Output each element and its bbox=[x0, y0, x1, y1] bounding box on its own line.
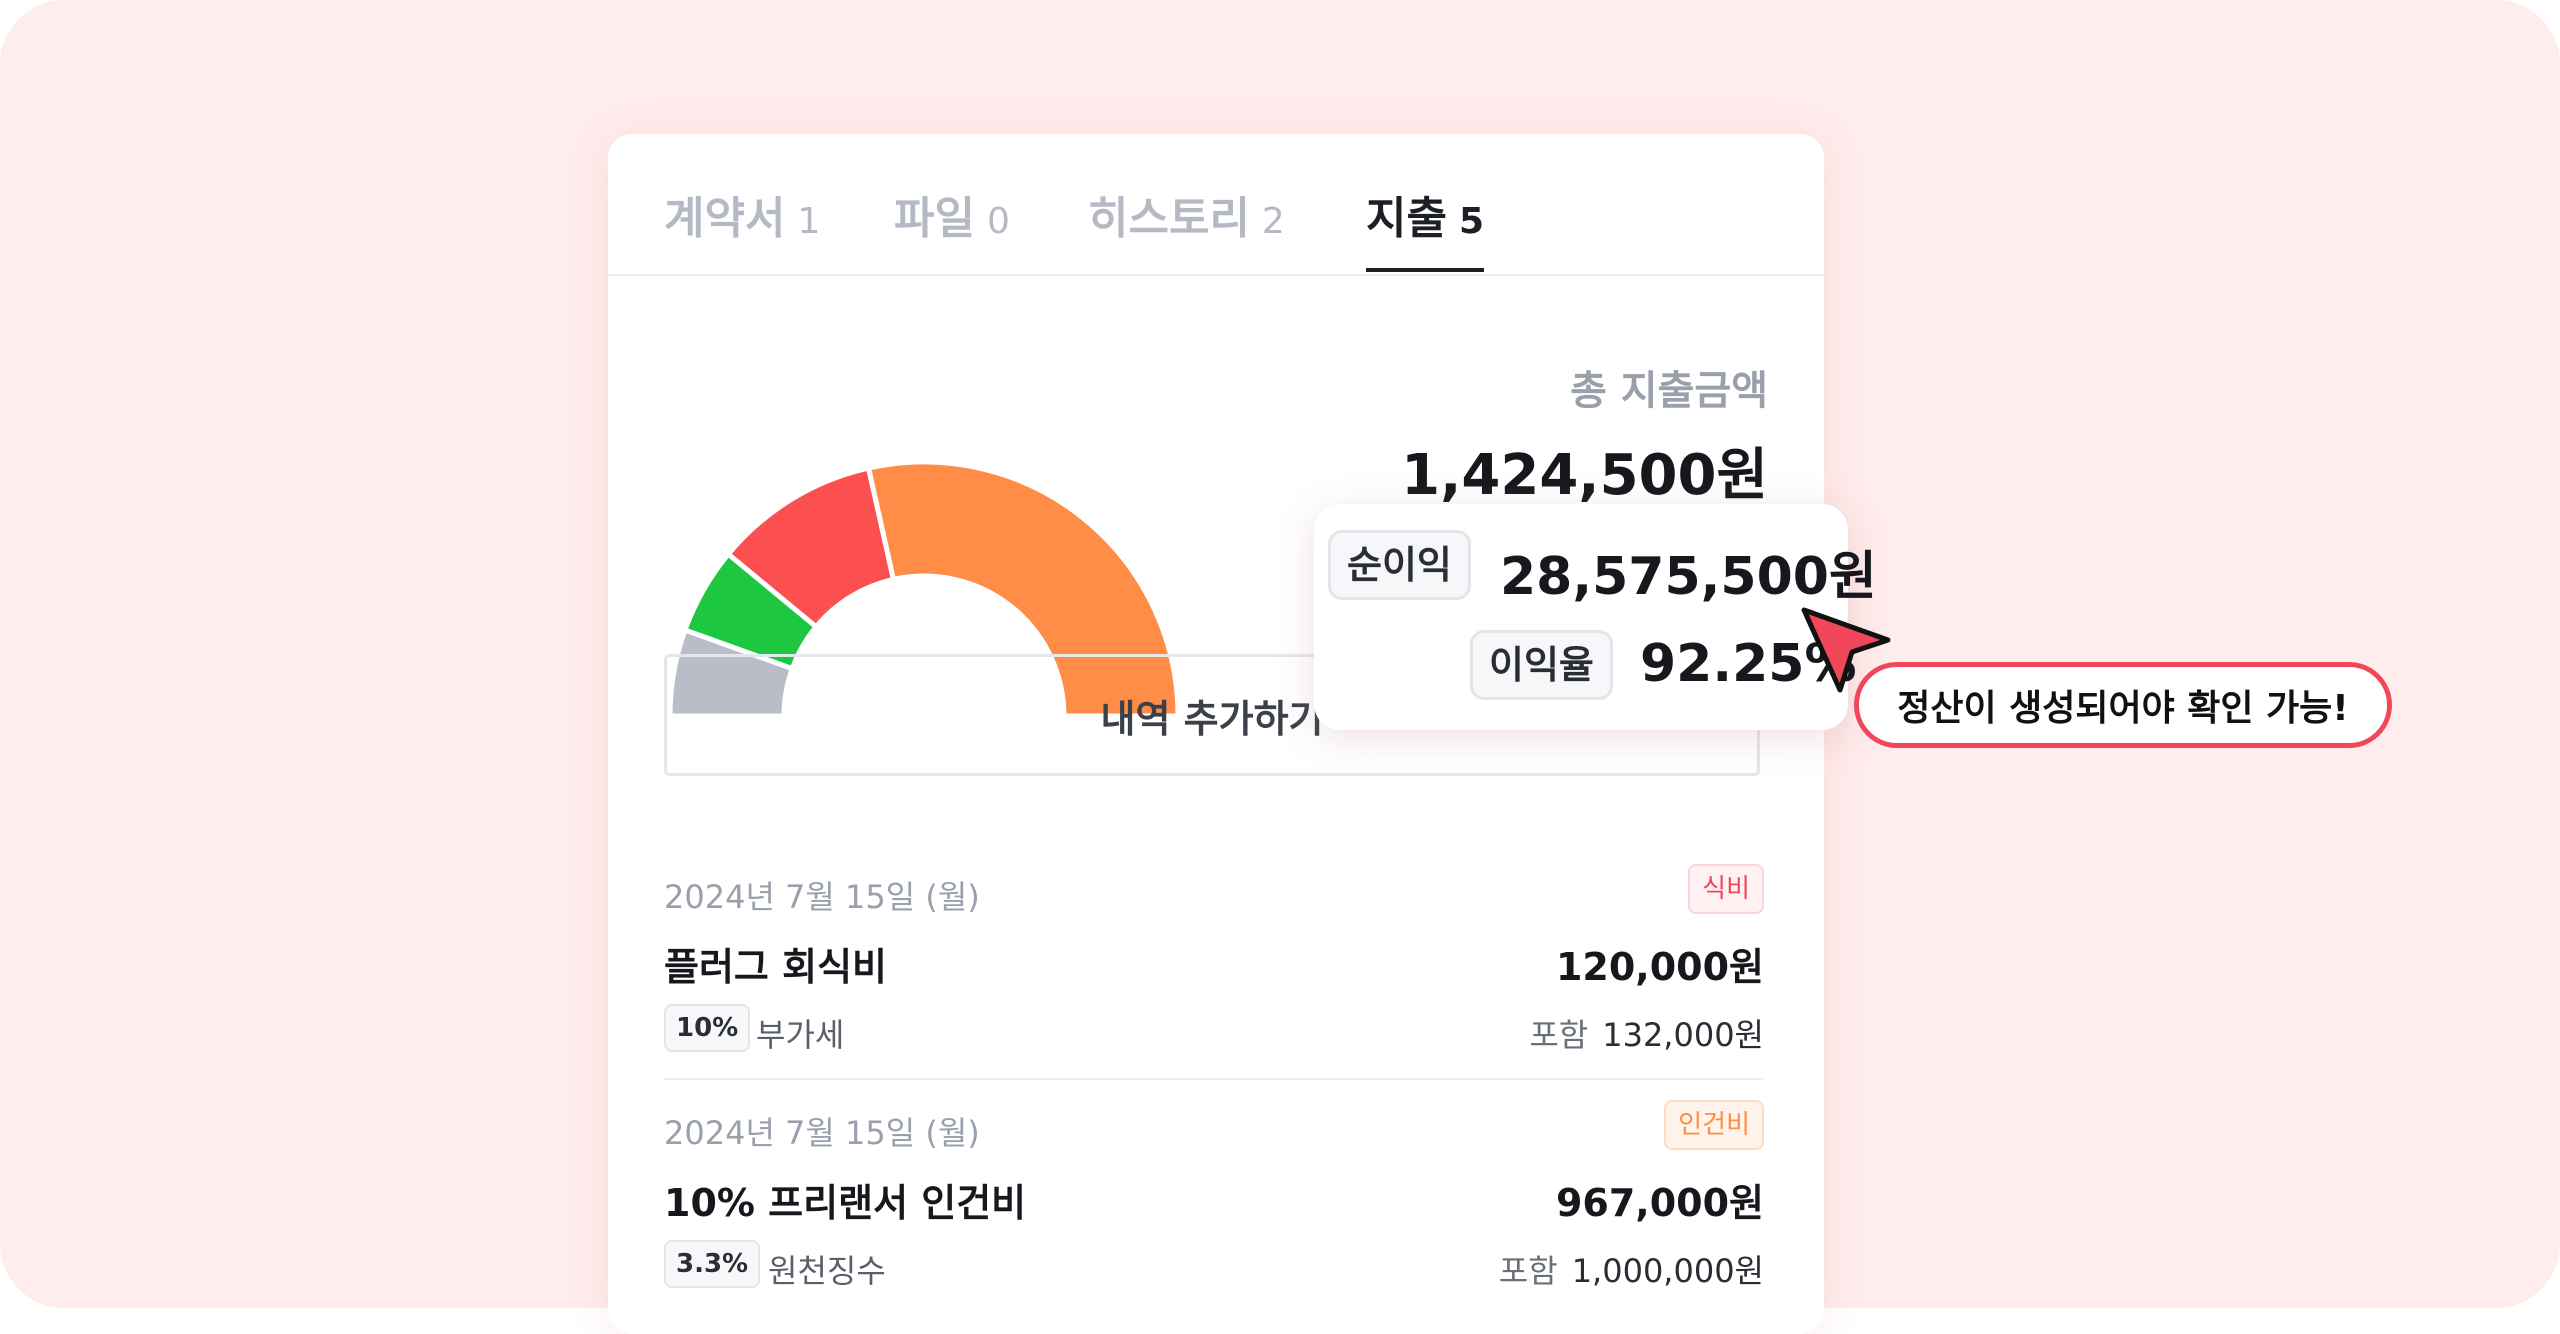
tab-history[interactable]: 히스토리 2 bbox=[1088, 182, 1285, 272]
included-total: 포함 1,000,000원 bbox=[1499, 1246, 1764, 1292]
expense-card: 계약서 1 파일 0 히스토리 2 지출 5 총 지출금액 1,424,500원 내역 … bbox=[608, 134, 1824, 1334]
tab-bar: 계약서 1 파일 0 히스토리 2 지출 5 bbox=[608, 134, 1824, 276]
included-label: 포함 bbox=[1498, 1252, 1558, 1290]
included-total: 포함 132,000원 bbox=[1529, 1010, 1764, 1056]
total-expense-label: 총 지출금액 bbox=[1570, 368, 1768, 414]
category-badge: 인건비 bbox=[1664, 1100, 1764, 1150]
tax-type: 부가세 bbox=[756, 1016, 845, 1054]
expense-title: 플러그 회식비 bbox=[664, 945, 887, 989]
tab-label: 계약서 bbox=[664, 193, 786, 244]
tab-count: 1 bbox=[797, 201, 821, 242]
profit-popup: 순이익 28,575,500원 이익율 92.25% bbox=[1314, 504, 1877, 730]
callout-bubble: 정산이 생성되어야 확인 가능! bbox=[1854, 662, 2392, 748]
tax-rate-badge: 10% bbox=[664, 1004, 751, 1052]
included-label: 포함 bbox=[1529, 1016, 1589, 1054]
category-badge: 식비 bbox=[1688, 864, 1764, 914]
net-profit-label: 순이익 bbox=[1328, 530, 1471, 600]
tab-count: 2 bbox=[1261, 201, 1285, 242]
tab-count: 0 bbox=[986, 201, 1010, 242]
item-divider bbox=[664, 1078, 1764, 1080]
tab-count: 5 bbox=[1458, 201, 1485, 242]
tab-expenses[interactable]: 지출 5 bbox=[1366, 182, 1485, 272]
included-amount: 132,000원 bbox=[1602, 1016, 1764, 1054]
tax-type: 원천징수 bbox=[768, 1252, 886, 1290]
expense-date: 2024년 7월 15일 (월) bbox=[664, 1114, 980, 1152]
profit-margin-label: 이익율 bbox=[1470, 630, 1613, 700]
tab-contracts[interactable]: 계약서 1 bbox=[664, 182, 820, 272]
included-amount: 1,000,000원 bbox=[1571, 1252, 1764, 1290]
tab-files[interactable]: 파일 0 bbox=[894, 182, 1010, 272]
expense-amount: 120,000원 bbox=[1555, 945, 1764, 989]
expense-amount: 967,000원 bbox=[1555, 1181, 1764, 1225]
tab-label: 지출 bbox=[1366, 193, 1447, 244]
total-expense-amount: 1,424,500원 bbox=[1401, 443, 1768, 508]
expense-date: 2024년 7월 15일 (월) bbox=[664, 878, 980, 916]
expense-title: 10% 프리랜서 인건비 bbox=[664, 1181, 1027, 1225]
expense-item[interactable]: 2024년 7월 15일 (월) 식비 플러그 회식비 120,000원 10%… bbox=[664, 864, 1764, 1084]
tab-label: 히스토리 bbox=[1088, 193, 1250, 244]
net-profit-value: 28,575,500원 bbox=[1500, 547, 1877, 607]
expense-item[interactable]: 2024년 7월 15일 (월) 인건비 10% 프리랜서 인건비 967,00… bbox=[664, 1100, 1764, 1320]
tab-label: 파일 bbox=[894, 193, 975, 244]
tax-rate-badge: 3.3% bbox=[664, 1240, 761, 1288]
